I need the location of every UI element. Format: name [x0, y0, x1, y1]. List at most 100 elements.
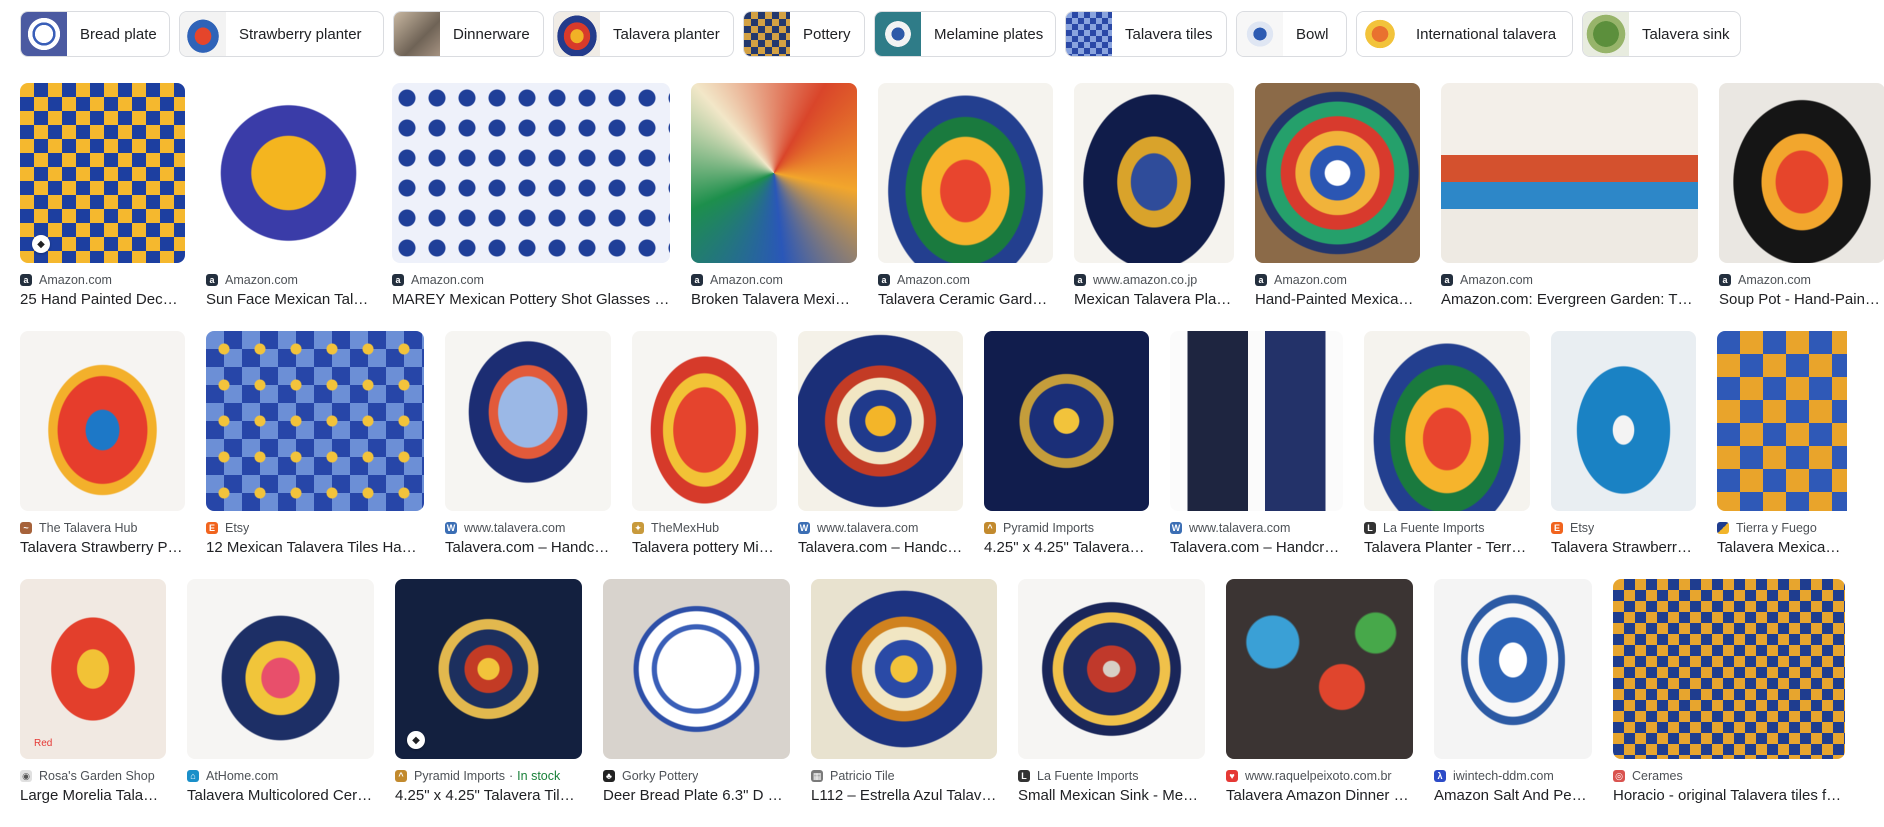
result-card[interactable]: L La Fuente Imports Talavera Planter - T… — [1364, 331, 1530, 559]
chip-melamine-plates[interactable]: Melamine plates — [874, 11, 1056, 57]
result-card[interactable]: Red ◉ Rosa's Garden Shop Large Morelia T… — [20, 579, 166, 807]
result-title[interactable]: Talavera Mexican Tile … — [1717, 539, 1847, 556]
chip-talavera-planter[interactable]: Talavera planter — [553, 11, 734, 57]
chip-international-talavera[interactable]: International talavera — [1356, 11, 1573, 57]
result-image[interactable] — [206, 83, 371, 263]
result-card[interactable]: Tierra y Fuego Talavera Mexican Tile … — [1717, 331, 1847, 559]
result-title[interactable]: 4.25" x 4.25" Talavera… — [984, 539, 1149, 556]
result-card[interactable]: E Etsy Talavera Strawberr… — [1551, 331, 1696, 559]
result-image[interactable] — [1226, 579, 1413, 759]
result-card[interactable]: ✦ TheMexHub Talavera pottery Mi… — [632, 331, 777, 559]
result-title[interactable]: Sun Face Mexican Tal… — [206, 291, 371, 308]
result-title[interactable]: Talavera.com – Handc… — [445, 539, 611, 556]
result-image[interactable] — [1717, 331, 1847, 511]
result-title[interactable]: Deer Bread Plate 6.3" D … — [603, 787, 790, 804]
chip-label: Talavera sink — [1642, 25, 1730, 43]
chip-pottery[interactable]: Pottery — [743, 11, 865, 57]
result-image[interactable]: ◆ — [20, 83, 185, 263]
result-image[interactable] — [187, 579, 374, 759]
result-title[interactable]: Talavera Ceramic Gard… — [878, 291, 1053, 308]
result-title[interactable]: Hand-Painted Mexica… — [1255, 291, 1420, 308]
result-card[interactable]: a Amazon.com Soup Pot - Hand-Pain… — [1719, 83, 1884, 311]
source-name: iwintech-ddm.com — [1453, 769, 1554, 783]
result-card[interactable]: a www.amazon.co.jp Mexican Talavera Pla… — [1074, 83, 1234, 311]
result-image[interactable] — [1074, 83, 1234, 263]
result-image[interactable] — [1018, 579, 1205, 759]
result-title[interactable]: Talavera Multicolored Cer… — [187, 787, 374, 804]
result-card[interactable]: a Amazon.com Talavera Ceramic Gard… — [878, 83, 1053, 311]
result-image[interactable] — [392, 83, 670, 263]
source-name: La Fuente Imports — [1037, 769, 1139, 783]
result-image[interactable] — [878, 83, 1053, 263]
result-card[interactable]: ^ Pyramid Imports 4.25" x 4.25" Talavera… — [984, 331, 1149, 559]
result-card[interactable]: ◎ Cerames Horacio - original Talavera ti… — [1613, 579, 1845, 807]
result-title[interactable]: Talavera Planter - Terr… — [1364, 539, 1530, 556]
result-image[interactable] — [1434, 579, 1592, 759]
result-title[interactable]: 4.25" x 4.25" Talavera Til… — [395, 787, 582, 804]
result-image[interactable] — [603, 579, 790, 759]
result-title[interactable]: L112 – Estrella Azul Talav… — [811, 787, 997, 804]
result-title[interactable]: Broken Talavera Mexi… — [691, 291, 857, 308]
result-card[interactable]: ▦ Patricio Tile L112 – Estrella Azul Tal… — [811, 579, 997, 807]
result-card[interactable]: a Amazon.com MAREY Mexican Pottery Shot … — [392, 83, 670, 311]
result-image[interactable] — [1364, 331, 1530, 511]
result-card[interactable]: W www.talavera.com Talavera.com – Handc… — [798, 331, 963, 559]
result-card[interactable]: E Etsy 12 Mexican Talavera Tiles Han… — [206, 331, 424, 559]
result-card[interactable]: ♣ Gorky Pottery Deer Bread Plate 6.3" D … — [603, 579, 790, 807]
result-title[interactable]: Mexican Talavera Pla… — [1074, 291, 1234, 308]
result-title[interactable]: Horacio - original Talavera tiles from … — [1613, 787, 1845, 804]
result-card[interactable]: ♥ www.raquelpeixoto.com.br Talavera Amaz… — [1226, 579, 1413, 807]
result-title[interactable]: 12 Mexican Talavera Tiles Han… — [206, 539, 424, 556]
result-card[interactable]: a Amazon.com Broken Talavera Mexi… — [691, 83, 857, 311]
chip-talavera-sink[interactable]: Talavera sink — [1582, 11, 1741, 57]
result-image[interactable] — [1551, 331, 1696, 511]
result-image[interactable] — [1255, 83, 1420, 263]
result-image[interactable] — [984, 331, 1149, 511]
result-image[interactable] — [798, 331, 963, 511]
result-image[interactable] — [1719, 83, 1884, 263]
result-image[interactable] — [20, 331, 185, 511]
result-title[interactable]: Soup Pot - Hand-Pain… — [1719, 291, 1884, 308]
result-title[interactable]: Amazon.com: Evergreen Garden: T… — [1441, 291, 1698, 308]
result-card[interactable]: λ iwintech-ddm.com Amazon Salt And Pe… — [1434, 579, 1592, 807]
result-image[interactable]: Red — [20, 579, 166, 759]
amazon-icon: a — [1719, 274, 1731, 286]
result-title[interactable]: Talavera Strawberry P… — [20, 539, 185, 556]
result-image[interactable] — [691, 83, 857, 263]
chip-bowl[interactable]: Bowl — [1236, 11, 1347, 57]
result-title[interactable]: Small Mexican Sink - Me… — [1018, 787, 1205, 804]
result-card[interactable]: ◆ a Amazon.com 25 Hand Painted Dec… — [20, 83, 185, 311]
result-image[interactable] — [1170, 331, 1343, 511]
result-title[interactable]: Amazon Salt And Pe… — [1434, 787, 1592, 804]
result-image[interactable] — [445, 331, 611, 511]
chip-bread-plate[interactable]: Bread plate — [20, 11, 170, 57]
chip-strawberry-planter[interactable]: Strawberry planter — [179, 11, 384, 57]
chip-talavera-tiles[interactable]: Talavera tiles — [1065, 11, 1227, 57]
result-title[interactable]: Talavera Amazon Dinner … — [1226, 787, 1413, 804]
chip-dinnerware[interactable]: Dinnerware — [393, 11, 544, 57]
result-card[interactable]: L La Fuente Imports Small Mexican Sink -… — [1018, 579, 1205, 807]
result-image[interactable] — [1441, 83, 1698, 263]
result-card[interactable]: ~ The Talavera Hub Talavera Strawberry P… — [20, 331, 185, 559]
result-image[interactable]: ◆ — [395, 579, 582, 759]
result-card[interactable]: a Amazon.com Hand-Painted Mexica… — [1255, 83, 1420, 311]
result-image[interactable] — [206, 331, 424, 511]
result-title[interactable]: Talavera.com – Handcr… — [1170, 539, 1343, 556]
result-image[interactable] — [1613, 579, 1845, 759]
result-card[interactable]: a Amazon.com Amazon.com: Evergreen Garde… — [1441, 83, 1698, 311]
result-card[interactable]: ⌂ AtHome.com Talavera Multicolored Cer… — [187, 579, 374, 807]
result-image[interactable] — [811, 579, 997, 759]
result-title[interactable]: Talavera pottery Mi… — [632, 539, 777, 556]
amazon-icon: a — [392, 274, 404, 286]
dinnerware-thumb — [394, 12, 440, 56]
result-image[interactable] — [632, 331, 777, 511]
result-title[interactable]: Talavera.com – Handc… — [798, 539, 963, 556]
result-card[interactable]: ◆ ^ Pyramid Imports · In stock 4.25" x 4… — [395, 579, 582, 807]
result-title[interactable]: MAREY Mexican Pottery Shot Glasses … — [392, 291, 670, 308]
result-title[interactable]: 25 Hand Painted Dec… — [20, 291, 185, 308]
result-card[interactable]: a Amazon.com Sun Face Mexican Tal… — [206, 83, 371, 311]
result-title[interactable]: Large Morelia Tala… — [20, 787, 166, 804]
result-title[interactable]: Talavera Strawberr… — [1551, 539, 1696, 556]
result-card[interactable]: W www.talavera.com Talavera.com – Handc… — [445, 331, 611, 559]
result-card[interactable]: W www.talavera.com Talavera.com – Handcr… — [1170, 331, 1343, 559]
